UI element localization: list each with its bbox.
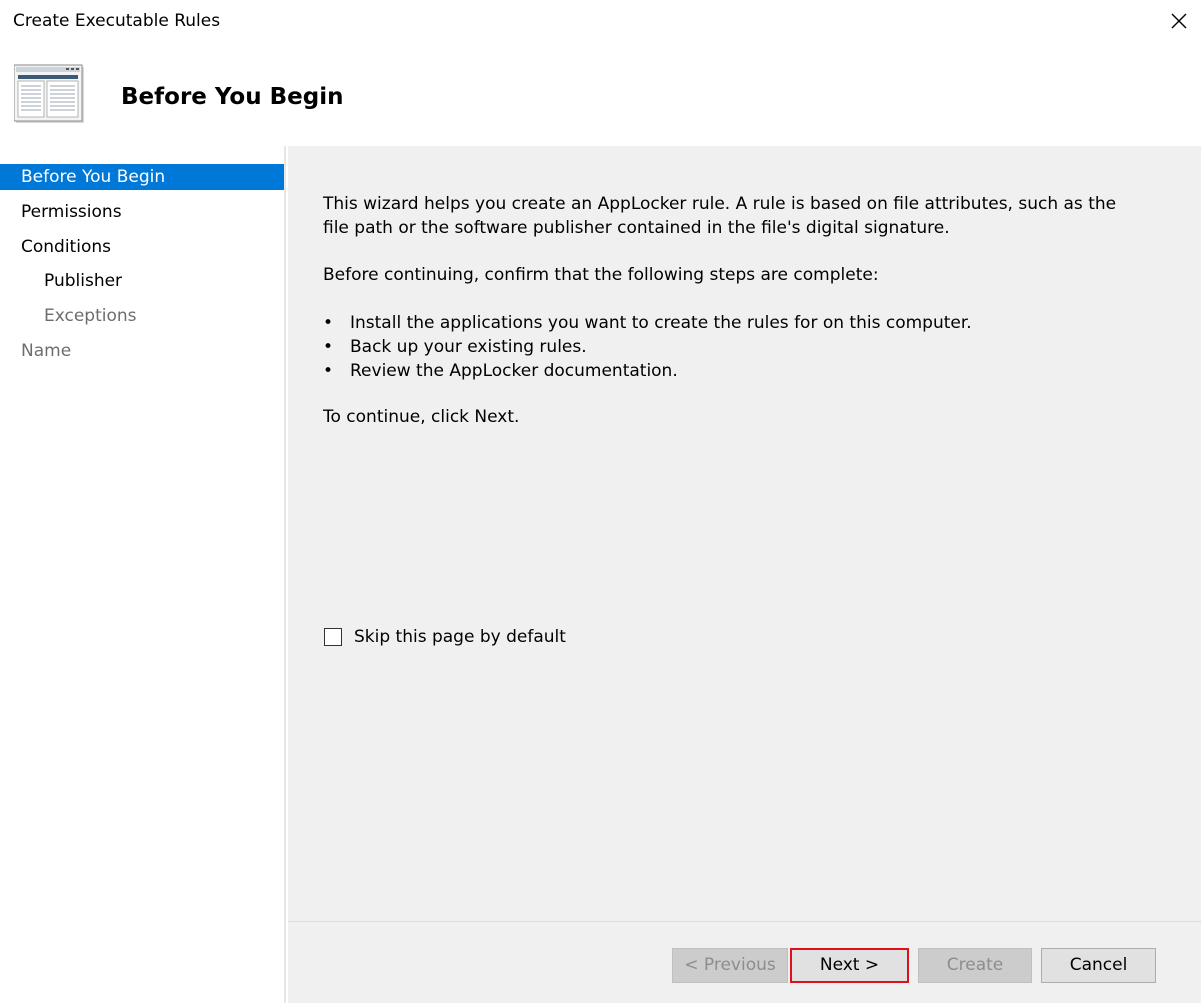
sidebar-item-conditions[interactable]: Conditions xyxy=(21,234,111,260)
next-button[interactable]: Next > xyxy=(790,948,909,983)
intro-text: This wizard helps you create an AppLocke… xyxy=(323,194,1117,238)
sidebar-item-before-you-begin[interactable]: Before You Begin xyxy=(0,164,284,190)
create-button: Create xyxy=(918,948,1032,983)
skip-page-label[interactable]: Skip this page by default xyxy=(354,627,566,647)
continue-text: To continue, click Next. xyxy=(323,407,520,427)
list-item: • Install the applications you want to cr… xyxy=(323,311,972,335)
wizard-window-icon xyxy=(13,64,86,130)
sidebar-item-name: Name xyxy=(21,341,72,361)
step-text: Review the AppLocker documentation. xyxy=(350,361,678,381)
bullet: • xyxy=(323,313,334,333)
sidebar-item-exceptions: Exceptions xyxy=(44,306,137,326)
cancel-button[interactable]: Cancel xyxy=(1041,948,1156,983)
step-text: Install the applications you want to cre… xyxy=(350,313,972,333)
close-icon[interactable] xyxy=(1158,2,1200,40)
skip-page-checkbox[interactable]: Skip this page by default xyxy=(324,627,566,647)
confirm-text: Before continuing, confirm that the foll… xyxy=(323,265,879,285)
checkbox-box[interactable] xyxy=(324,628,342,646)
sidebar-item-publisher[interactable]: Publisher xyxy=(44,268,122,294)
wizard-footer: < Previous Next > Create Cancel xyxy=(288,921,1201,1003)
previous-button: < Previous xyxy=(672,948,788,983)
list-item: • Back up your existing rules. xyxy=(323,335,972,359)
title-bar: Create Executable Rules xyxy=(0,0,1201,44)
bullet: • xyxy=(323,337,334,357)
page-title: Before You Begin xyxy=(121,84,344,110)
list-item: • Review the AppLocker documentation. xyxy=(323,359,972,383)
wizard-content: This wizard helps you create an AppLocke… xyxy=(288,146,1201,921)
step-text: Back up your existing rules. xyxy=(350,337,587,357)
bullet: • xyxy=(323,361,334,381)
wizard-header: Before You Begin xyxy=(0,44,1201,146)
steps-list: • Install the applications you want to cr… xyxy=(323,311,972,383)
wizard-steps-sidebar: Before You Begin Permissions Conditions … xyxy=(0,146,286,1003)
window-title: Create Executable Rules xyxy=(13,11,221,31)
sidebar-item-permissions[interactable]: Permissions xyxy=(21,199,122,225)
